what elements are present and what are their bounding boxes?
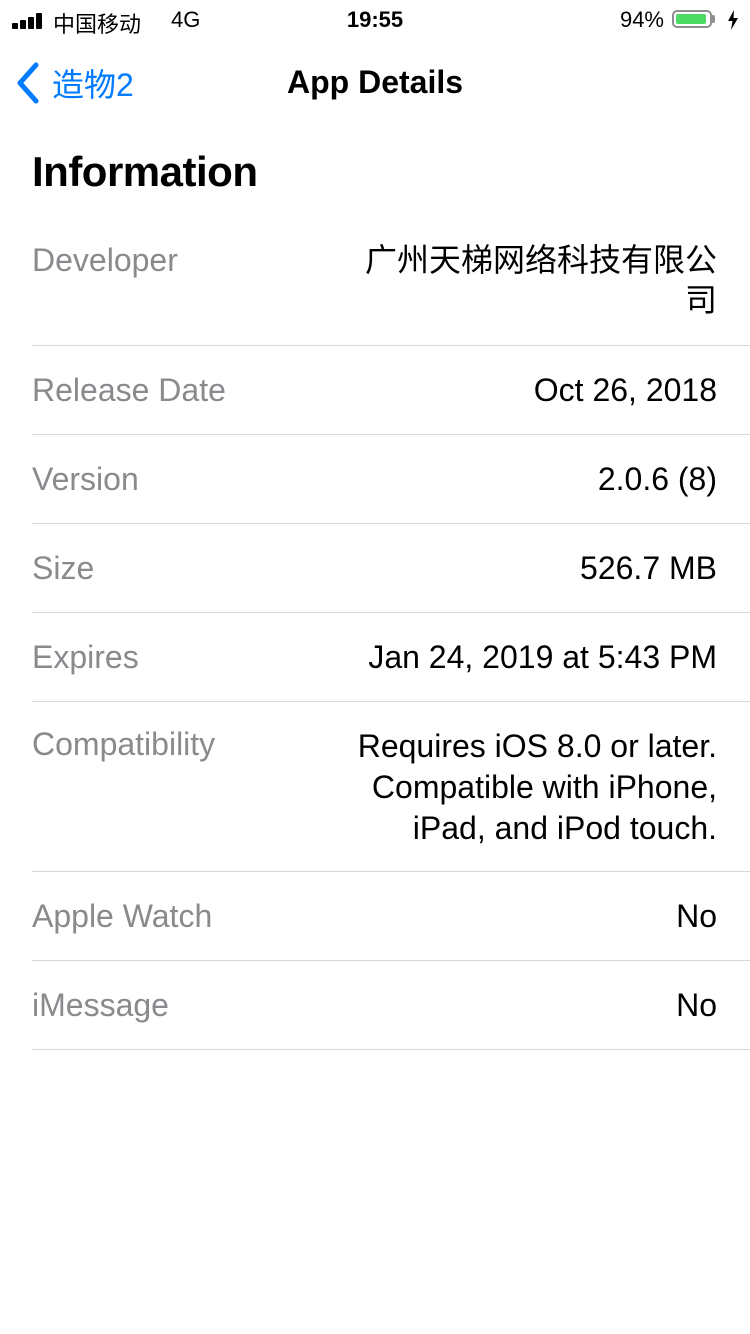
version-value: 2.0.6 (8) xyxy=(597,461,717,497)
compatibility-line: iPad, and iPod touch. xyxy=(412,810,717,846)
release-date-label: Release Date xyxy=(32,371,226,408)
page-title: App Details xyxy=(286,64,464,100)
version-label: Version xyxy=(32,460,139,497)
compatibility-label: Compatibility xyxy=(32,726,216,762)
size-label: Size xyxy=(32,549,95,586)
battery-cap xyxy=(712,15,715,23)
status-bar: 中国移动 4G 19:55 94% xyxy=(0,0,750,40)
imessage-value: No xyxy=(676,987,717,1023)
battery-level-fill xyxy=(676,14,707,24)
info-row-release-date: Release Date Oct 26, 2018 xyxy=(32,346,750,435)
compatibility-value: Requires iOS 8.0 or later. Compatible wi… xyxy=(358,726,717,849)
compatibility-line: Requires iOS 8.0 or later. xyxy=(357,728,717,764)
navigation-bar: 造物2 App Details xyxy=(0,40,750,128)
expires-label: Expires xyxy=(32,638,139,675)
imessage-label: iMessage xyxy=(32,986,169,1023)
developer-value: 广州天梯网络科技有限公司 xyxy=(364,242,717,318)
apple-watch-label: Apple Watch xyxy=(32,897,213,934)
info-row-apple-watch: Apple Watch No xyxy=(32,872,750,961)
info-row-developer: Developer 广州天梯网络科技有限公司 xyxy=(32,218,750,346)
battery-percentage: 94% xyxy=(619,7,664,32)
battery-icon xyxy=(672,10,712,28)
charging-bolt-icon xyxy=(728,10,738,30)
release-date-value: Oct 26, 2018 xyxy=(533,372,717,408)
info-row-compatibility: Compatibility Requires iOS 8.0 or later.… xyxy=(32,702,750,872)
size-value: 526.7 MB xyxy=(580,550,717,586)
info-row-imessage: iMessage No xyxy=(32,961,750,1050)
info-row-expires: Expires Jan 24, 2019 at 5:43 PM xyxy=(32,613,750,702)
info-row-version: Version 2.0.6 (8) xyxy=(32,435,750,524)
info-list: Developer 广州天梯网络科技有限公司 Release Date Oct … xyxy=(32,218,750,1050)
expires-value: Jan 24, 2019 at 5:43 PM xyxy=(368,639,717,675)
app-details-screen: 中国移动 4G 19:55 94% 造物2 App Details Inform… xyxy=(0,0,750,1334)
section-title: Information xyxy=(32,148,258,195)
developer-label: Developer xyxy=(32,242,178,278)
compatibility-line: Compatible with iPhone, xyxy=(371,769,717,805)
apple-watch-value: No xyxy=(676,898,717,934)
info-row-size: Size 526.7 MB xyxy=(32,524,750,613)
